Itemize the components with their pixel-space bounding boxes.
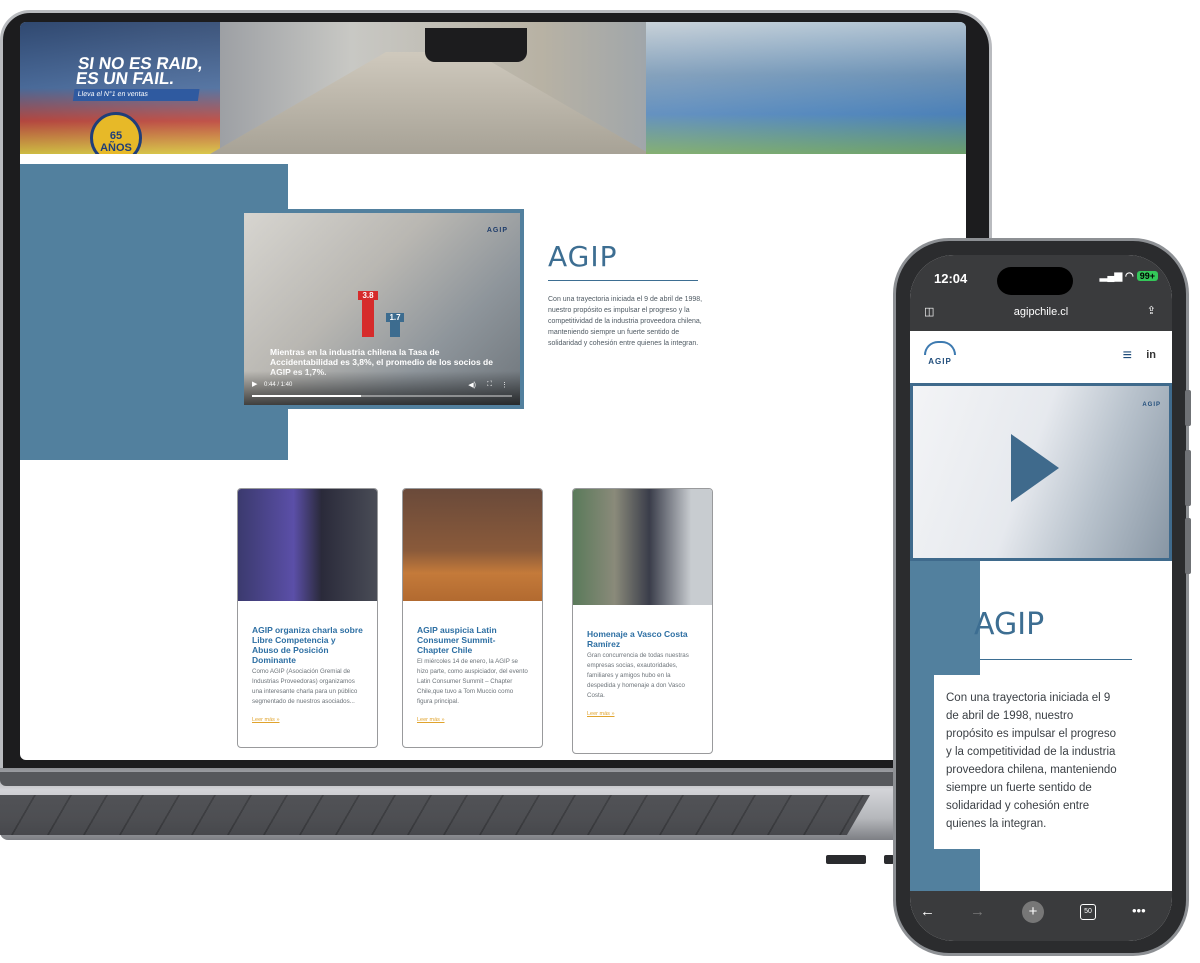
mobile-about-description: Con una trayectoria iniciada el 9 de abr… bbox=[946, 692, 1117, 830]
mobile-video-logo: AGIP bbox=[1142, 402, 1161, 408]
play-icon[interactable]: ▶ bbox=[252, 380, 257, 388]
news-title[interactable]: Homenaje a Vasco Costa Ramírez bbox=[587, 629, 698, 649]
status-icons: ▂▄▆ ◠ 99+ bbox=[1100, 271, 1158, 282]
video-time: 0:44 / 1:40 bbox=[264, 382, 293, 388]
browser-url-bar[interactable]: ◫ agipchile.cl ⇪ bbox=[910, 299, 1172, 329]
mobile-about-divider bbox=[980, 659, 1132, 660]
wifi-icon: ◠ bbox=[1124, 271, 1134, 282]
laptop-website: SI NO ES RAID, ES UN FAIL. Lleva el N°1 … bbox=[20, 22, 966, 760]
laptop-hinge bbox=[0, 772, 900, 786]
tabs-count-button[interactable]: 50 bbox=[1080, 904, 1096, 920]
video-bar-blue-label: 1.7 bbox=[386, 313, 404, 322]
news-excerpt: Gran concurrencia de todas nuestras empr… bbox=[587, 652, 689, 699]
mobile-video[interactable]: AGIP bbox=[913, 386, 1169, 558]
laptop-port bbox=[826, 855, 866, 864]
mobile-about-box: Con una trayectoria iniciada el 9 de abr… bbox=[934, 675, 1134, 849]
browser-toolbar: ← → + 50 ••• bbox=[910, 891, 1172, 941]
about-description: Con una trayectoria iniciada el 9 de abr… bbox=[548, 296, 703, 347]
video-controls bbox=[244, 371, 520, 405]
hero-shelf-right bbox=[646, 22, 966, 154]
hamburger-menu-icon[interactable]: ≡ bbox=[1123, 347, 1132, 365]
news-excerpt: Como AGIP (Asociación Gremial de Industr… bbox=[252, 668, 358, 705]
hero-aisle bbox=[210, 52, 650, 154]
about-divider bbox=[548, 280, 698, 281]
laptop-keyboard bbox=[0, 795, 870, 835]
new-tab-icon[interactable]: + bbox=[1022, 901, 1044, 923]
news-card[interactable]: AGIP auspicia Latin Consumer Summit- Cha… bbox=[402, 488, 543, 748]
video-bar-red-label: 3.8 bbox=[358, 291, 378, 300]
video-progress-fill bbox=[252, 395, 362, 397]
phone-side-button bbox=[1185, 390, 1191, 426]
hero-promo-sub: Lleva el N°1 en ventas bbox=[72, 89, 200, 101]
video-logo: AGIP bbox=[486, 227, 508, 234]
hero-promo-line2: ES UN FAIL. bbox=[74, 69, 176, 88]
mobile-video-frame: AGIP bbox=[910, 383, 1172, 561]
phone-side-button bbox=[1185, 450, 1191, 506]
logo-mountain-icon bbox=[924, 341, 956, 355]
signal-icon: ▂▄▆ bbox=[1099, 271, 1123, 282]
phone-side-button bbox=[1185, 518, 1191, 574]
hero-promo: SI NO ES RAID, ES UN FAIL. Lleva el N°1 … bbox=[72, 54, 204, 101]
volume-icon[interactable]: ◀) bbox=[468, 381, 476, 389]
read-more-link[interactable]: Leer más » bbox=[587, 711, 698, 717]
news-photo bbox=[238, 489, 377, 601]
status-time: 12:04 bbox=[934, 271, 968, 286]
news-title[interactable]: AGIP auspicia Latin Consumer Summit- Cha… bbox=[417, 625, 528, 655]
news-title[interactable]: AGIP organiza charla sobre Libre Compete… bbox=[252, 625, 363, 665]
video-player[interactable]: AGIP 3.8 1.7 Mientras en la industria ch… bbox=[244, 213, 520, 405]
read-more-link[interactable]: Leer más » bbox=[417, 717, 528, 723]
logo-text: AGIP bbox=[928, 357, 952, 366]
battery-badge: 99+ bbox=[1136, 271, 1158, 281]
linkedin-icon[interactable]: in bbox=[1146, 349, 1156, 361]
more-options-icon[interactable]: ⋮ bbox=[501, 381, 508, 389]
news-excerpt: El miércoles 14 de enero, la AGIP se hiz… bbox=[417, 658, 528, 705]
mobile-nav: AGIP ≡ in bbox=[910, 331, 1172, 383]
news-card[interactable]: Homenaje a Vasco Costa Ramírez Gran conc… bbox=[572, 488, 713, 754]
about-title: AGIP bbox=[548, 240, 618, 273]
forward-arrow-icon[interactable]: → bbox=[970, 903, 985, 920]
news-photo bbox=[403, 489, 542, 601]
video-progress-track[interactable] bbox=[252, 395, 512, 397]
phone-body: 12:04 ▂▄▆ ◠ 99+ ◫ agipchile.cl ⇪ AGIP ≡ i… bbox=[893, 238, 1189, 956]
dynamic-island bbox=[997, 267, 1073, 295]
share-icon[interactable]: ⇪ bbox=[1147, 304, 1156, 317]
url-text[interactable]: agipchile.cl bbox=[910, 306, 1172, 318]
read-more-link[interactable]: Leer más » bbox=[252, 717, 363, 723]
video-frame: AGIP 3.8 1.7 Mientras en la industria ch… bbox=[240, 209, 524, 409]
phone-screen: 12:04 ▂▄▆ ◠ 99+ ◫ agipchile.cl ⇪ AGIP ≡ i… bbox=[910, 255, 1172, 941]
fullscreen-icon[interactable]: ⛶ bbox=[487, 381, 492, 389]
mobile-about-title: AGIP bbox=[974, 607, 1045, 642]
news-photo bbox=[573, 489, 712, 605]
device-mockup: SI NO ES RAID, ES UN FAIL. Lleva el N°1 … bbox=[0, 0, 1200, 963]
more-menu-icon[interactable]: ••• bbox=[1132, 903, 1146, 918]
news-card[interactable]: AGIP organiza charla sobre Libre Compete… bbox=[237, 488, 378, 748]
back-arrow-icon[interactable]: ← bbox=[920, 903, 935, 920]
site-logo[interactable]: AGIP bbox=[922, 341, 958, 371]
laptop-notch bbox=[425, 28, 527, 62]
play-icon[interactable] bbox=[1011, 434, 1059, 502]
